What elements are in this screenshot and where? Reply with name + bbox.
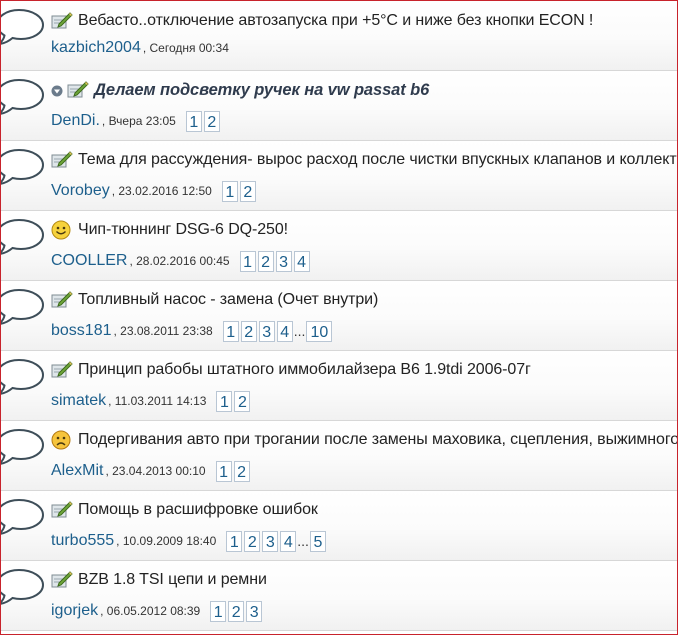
page-link[interactable]: 4 [293, 250, 310, 272]
pencil-note-icon [51, 11, 73, 31]
page-link[interactable]: 1 [185, 110, 202, 132]
last-post-date: , 10.09.2009 18:40 [116, 534, 217, 548]
author-link[interactable]: COOLLER [51, 252, 127, 270]
topic-title-link[interactable]: BZB 1.8 TSI цепи и ремни [78, 571, 267, 589]
speech-bubble-icon [1, 288, 47, 326]
page-link[interactable]: 2 [233, 460, 250, 482]
page-link[interactable]: 1 [239, 250, 256, 272]
last-post-date: , Сегодня 00:34 [142, 41, 229, 55]
pagination-ellipsis: ... [297, 533, 309, 549]
topic-row[interactable]: Вебасто..отключение автозапуска при +5°C… [1, 1, 677, 71]
pencil-note-icon [51, 570, 73, 590]
topic-title-link[interactable]: Помощь в расшифровке ошибок [78, 501, 318, 519]
topic-title-link[interactable]: Тема для рассуждения- вырос расход после… [78, 151, 677, 169]
author-link[interactable]: AlexMit [51, 462, 103, 480]
page-link[interactable]: 3 [246, 600, 263, 622]
speech-bubble-icon [1, 498, 47, 536]
topic-row[interactable]: Делаем подсветку ручек на vw passat b6 De… [1, 71, 677, 141]
smiley-sad-icon [51, 430, 73, 450]
topic-pagination: 12 [216, 390, 252, 412]
topic-row[interactable]: Помощь в расшифровке ошибок turbo555, 10.… [1, 491, 677, 561]
speech-bubble-icon [1, 8, 47, 46]
topic-title-link[interactable]: Топливный насос - замена (Очет внутри) [78, 291, 378, 309]
page-link[interactable]: 10 [306, 320, 333, 342]
topic-title-link[interactable]: Вебасто..отключение автозапуска при +5°C… [78, 12, 593, 30]
smiley-happy-icon [51, 220, 73, 240]
pencil-note-icon [51, 500, 73, 520]
last-post-date: , 23.02.2016 12:50 [111, 184, 212, 198]
author-link[interactable]: kazbich2004 [51, 39, 141, 57]
pencil-note-icon [51, 290, 73, 310]
speech-bubble-icon [1, 148, 47, 186]
topic-title-link[interactable]: Подергивания авто при трогании после зам… [78, 431, 677, 449]
topic-title-link[interactable]: Принцип рабобы штатного иммобилайзера B6… [78, 361, 531, 379]
page-link[interactable]: 1 [215, 460, 232, 482]
topic-pagination: 12 [215, 460, 252, 482]
page-link[interactable]: 2 [228, 600, 245, 622]
speech-bubble-icon [1, 218, 47, 256]
page-link[interactable]: 2 [203, 110, 220, 132]
page-link[interactable]: 1 [221, 180, 238, 202]
page-link[interactable]: 3 [258, 320, 275, 342]
pencil-note-icon [51, 150, 73, 170]
pencil-note-icon [51, 360, 73, 380]
page-link[interactable]: 2 [244, 530, 261, 552]
author-link[interactable]: turbo555 [51, 532, 114, 550]
topic-pagination: 12 [185, 110, 222, 132]
topic-row[interactable]: Топливный насос - замена (Очет внутри) bo… [1, 281, 677, 351]
last-post-date: , 11.03.2011 14:13 [108, 394, 207, 408]
author-link[interactable]: simatek [51, 392, 106, 410]
author-link[interactable]: boss181 [51, 322, 112, 340]
topic-pagination: 1234 [239, 250, 312, 272]
topic-pagination: 12 [221, 180, 258, 202]
page-link[interactable]: 2 [234, 390, 251, 412]
last-post-date: , 28.02.2016 00:45 [129, 254, 230, 268]
page-link[interactable]: 1 [210, 600, 227, 622]
topic-title-link[interactable]: Делаем подсветку ручек на vw passat b6 [94, 81, 429, 100]
last-post-date: , 06.05.2012 08:39 [100, 604, 201, 618]
page-link[interactable]: 1 [216, 390, 233, 412]
speech-bubble-icon [1, 358, 47, 396]
topic-title-link[interactable]: Чип-тюннинг DSG-6 DQ-250! [78, 221, 288, 239]
topic-pagination: 123 [210, 600, 264, 622]
page-link[interactable]: 3 [262, 530, 279, 552]
page-link[interactable]: 3 [275, 250, 292, 272]
topic-pagination: 1 2 3 4... 10 [222, 320, 335, 342]
speech-bubble-icon [1, 78, 47, 116]
pencil-note-icon [67, 80, 89, 100]
go-to-new-post-icon[interactable] [51, 84, 63, 97]
page-link[interactable]: 4 [280, 530, 297, 552]
topic-row[interactable]: Чип-тюннинг DSG-6 DQ-250! COOLLER, 28.02.… [1, 211, 677, 281]
speech-bubble-icon [1, 428, 47, 466]
page-link[interactable]: 2 [239, 180, 256, 202]
last-post-date: , 23.04.2013 00:10 [105, 464, 206, 478]
page-link[interactable]: 2 [257, 250, 274, 272]
topic-row[interactable]: Подергивания авто при трогании после зам… [1, 421, 677, 491]
topic-list: Вебасто..отключение автозапуска при +5°C… [0, 0, 678, 635]
topic-pagination: 1 2 3 4... 5 [226, 530, 328, 552]
pagination-ellipsis: ... [293, 323, 306, 339]
page-link[interactable]: 4 [276, 320, 293, 342]
page-link[interactable]: 1 [226, 530, 243, 552]
author-link[interactable]: DenDi. [51, 112, 100, 130]
topic-row[interactable]: Принцип рабобы штатного иммобилайзера B6… [1, 351, 677, 421]
page-link[interactable]: 1 [222, 320, 239, 342]
last-post-date: , Вчера 23:05 [101, 114, 176, 128]
author-link[interactable]: igorjek [51, 602, 98, 620]
topic-row[interactable]: BZB 1.8 TSI цепи и ремни igorjek, 06.05.2… [1, 561, 677, 631]
page-link[interactable]: 2 [240, 320, 257, 342]
author-link[interactable]: Vorobey [51, 182, 110, 200]
last-post-date: , 23.08.2011 23:38 [113, 324, 213, 338]
page-link[interactable]: 5 [309, 530, 326, 552]
topic-row[interactable]: Тема для рассуждения- вырос расход после… [1, 141, 677, 211]
speech-bubble-icon [1, 568, 47, 606]
